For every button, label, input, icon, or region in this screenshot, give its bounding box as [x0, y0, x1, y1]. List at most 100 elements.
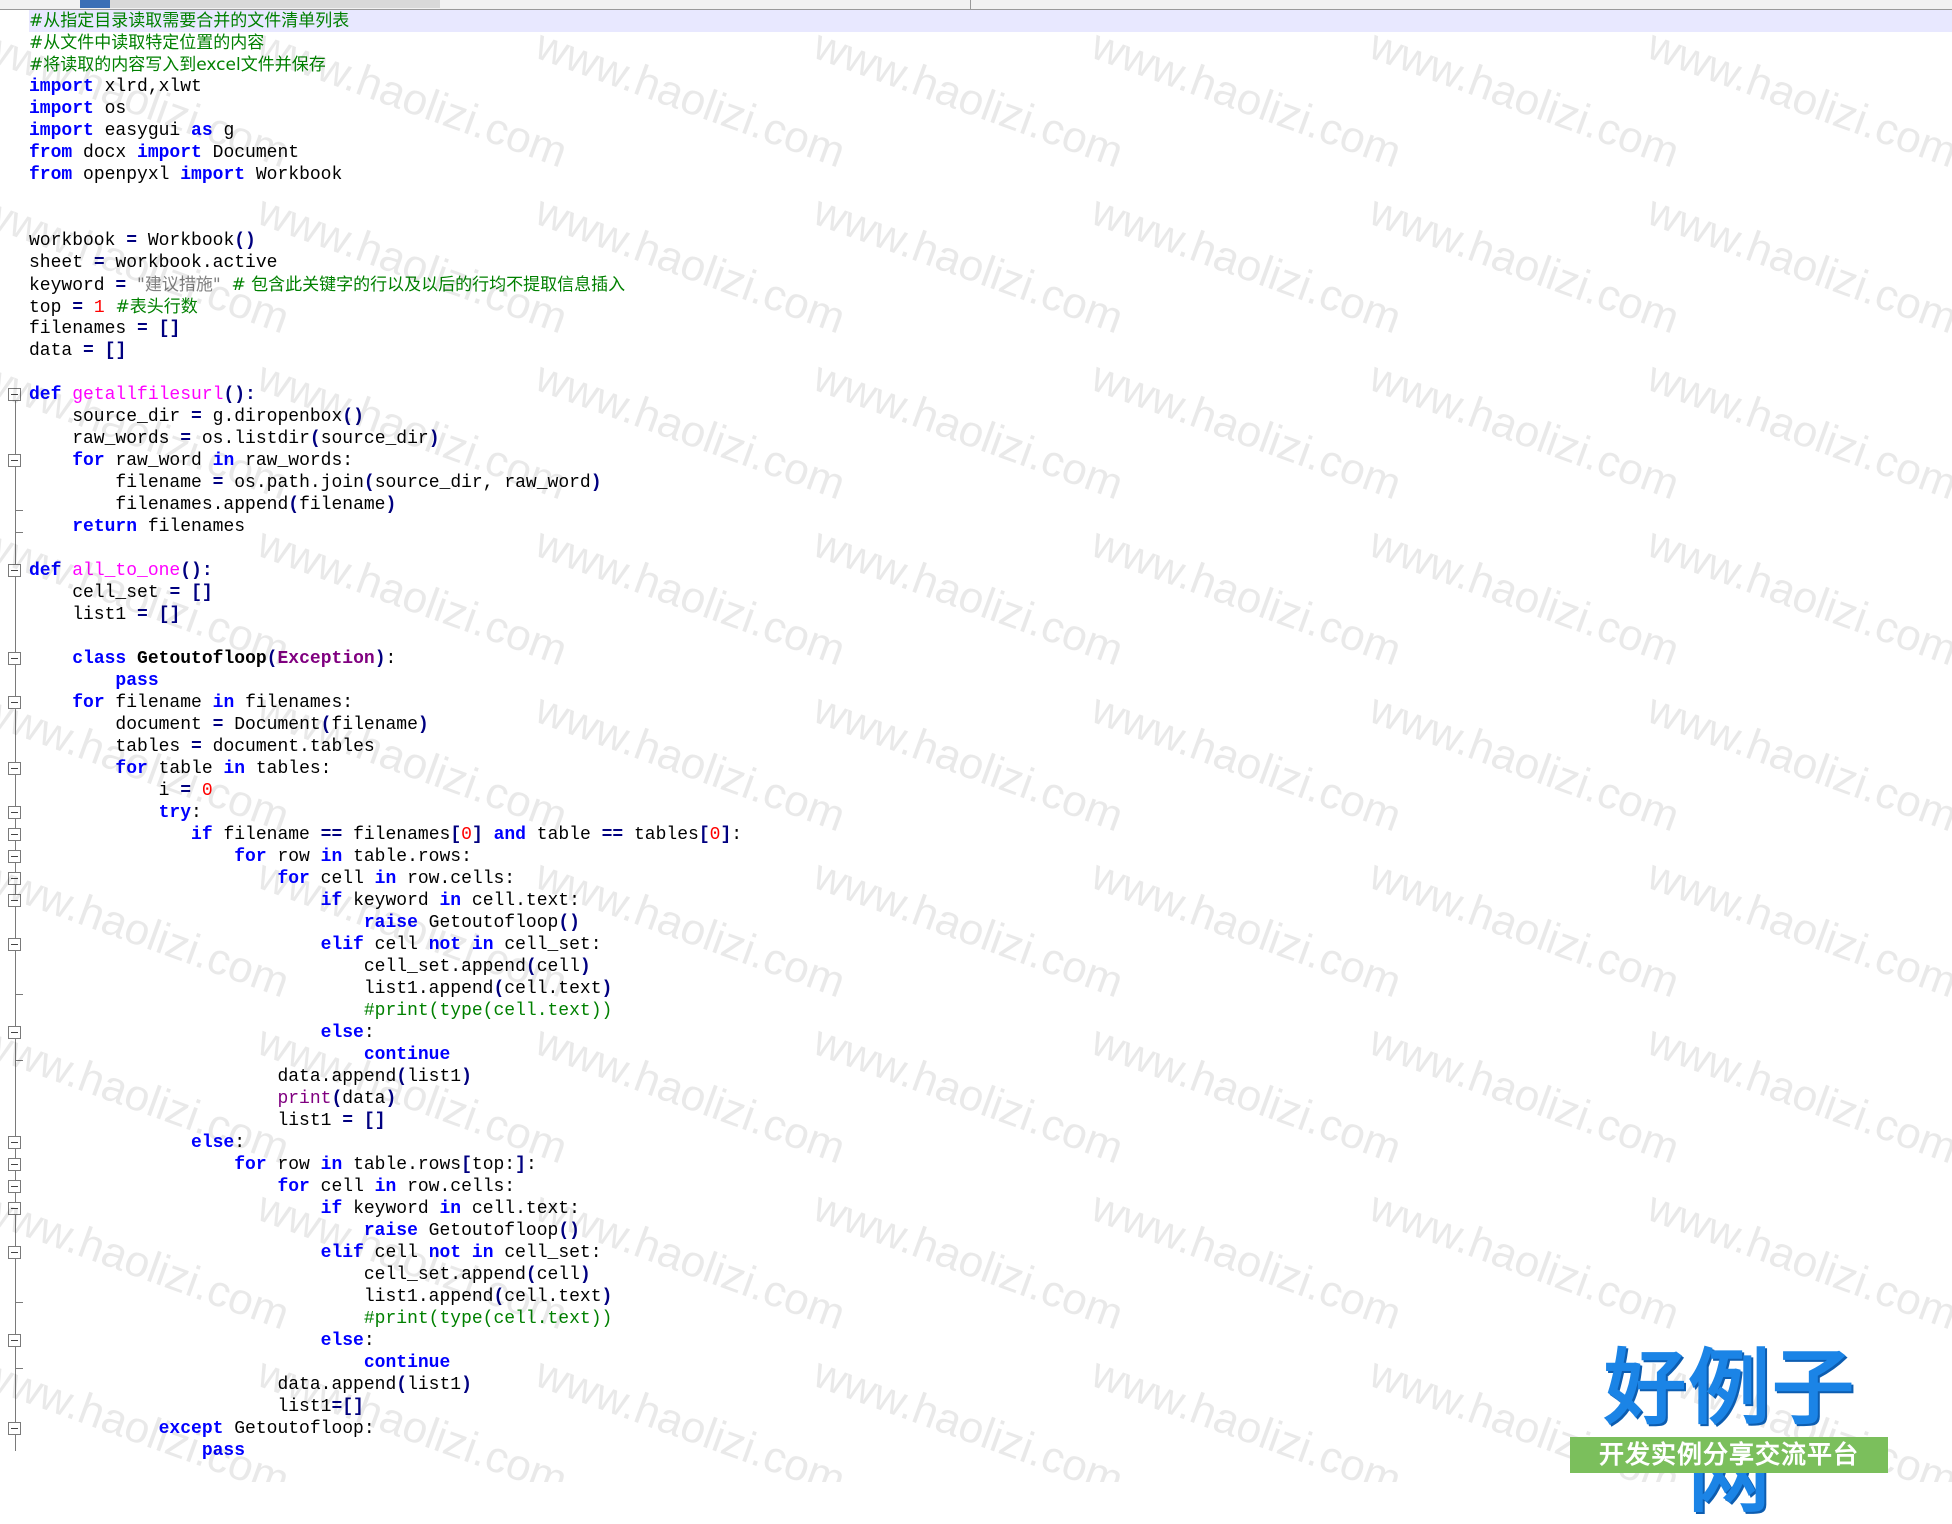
- code-line[interactable]: list1 = []: [29, 604, 1952, 626]
- fold-toggle-icon[interactable]: [8, 1334, 21, 1347]
- code-line[interactable]: raw_words = os.listdir(source_dir): [29, 428, 1952, 450]
- code-line[interactable]: [29, 538, 1952, 560]
- code-line[interactable]: #将读取的内容写入到excel文件并保存: [29, 54, 1952, 76]
- code-line[interactable]: for cell in row.cells:: [29, 868, 1952, 890]
- code-line[interactable]: if filename == filenames[0] and table ==…: [29, 824, 1952, 846]
- code-token: ): [461, 1067, 472, 1087]
- code-line[interactable]: top = 1 #表头行数: [29, 296, 1952, 318]
- code-line[interactable]: raise Getoutofloop(): [29, 912, 1952, 934]
- fold-toggle-icon[interactable]: [8, 1026, 21, 1039]
- fold-toggle-icon[interactable]: [8, 872, 21, 885]
- fold-toggle-icon[interactable]: [8, 454, 21, 467]
- code-line[interactable]: for table in tables:: [29, 758, 1952, 780]
- code-line[interactable]: if keyword in cell.text:: [29, 890, 1952, 912]
- code-token: in: [374, 1177, 397, 1197]
- code-line[interactable]: workbook = Workbook(): [29, 230, 1952, 252]
- code-line[interactable]: else:: [29, 1132, 1952, 1154]
- code-token: continue: [363, 1353, 451, 1373]
- code-line[interactable]: list1 = []: [29, 1110, 1952, 1132]
- code-line[interactable]: pass: [29, 1440, 1952, 1462]
- code-line[interactable]: print(data): [29, 1088, 1952, 1110]
- code-line[interactable]: data = []: [29, 340, 1952, 362]
- code-token: list1: [29, 605, 138, 625]
- fold-toggle-icon[interactable]: [8, 1136, 21, 1149]
- code-token: os.path.join: [223, 473, 364, 493]
- code-line[interactable]: import os: [29, 98, 1952, 120]
- active-tab-indicator[interactable]: [80, 0, 110, 8]
- code-line[interactable]: list1.append(cell.text): [29, 1286, 1952, 1308]
- code-line[interactable]: [29, 362, 1952, 384]
- code-line[interactable]: source_dir = g.diropenbox(): [29, 406, 1952, 428]
- fold-toggle-icon[interactable]: [8, 762, 21, 775]
- code-line[interactable]: def getallfilesurl():: [29, 384, 1952, 406]
- code-line[interactable]: for cell in row.cells:: [29, 1176, 1952, 1198]
- code-line[interactable]: class Getoutofloop(Exception):: [29, 648, 1952, 670]
- code-line[interactable]: raise Getoutofloop(): [29, 1220, 1952, 1242]
- code-line[interactable]: #从文件中读取特定位置的内容: [29, 32, 1952, 54]
- code-line[interactable]: def all_to_one():: [29, 560, 1952, 582]
- code-editor[interactable]: #从指定目录读取需要合并的文件清单列表 #从文件中读取特定位置的内容 #将读取的内容…: [0, 10, 1952, 1482]
- code-line[interactable]: import xlrd,xlwt: [29, 76, 1952, 98]
- fold-toggle-icon[interactable]: [8, 696, 21, 709]
- fold-toggle-icon[interactable]: [8, 828, 21, 841]
- code-token: raw_words: [29, 429, 181, 449]
- code-line[interactable]: filenames = []: [29, 318, 1952, 340]
- editor-tab-strip[interactable]: [80, 0, 440, 8]
- code-line[interactable]: cell_set = []: [29, 582, 1952, 604]
- fold-toggle-icon[interactable]: [8, 1180, 21, 1193]
- code-line[interactable]: for row in table.rows[top:]:: [29, 1154, 1952, 1176]
- code-line[interactable]: continue: [29, 1352, 1952, 1374]
- code-line[interactable]: data.append(list1): [29, 1066, 1952, 1088]
- code-line[interactable]: list1=[]: [29, 1396, 1952, 1418]
- fold-toggle-icon[interactable]: [8, 388, 21, 401]
- code-line[interactable]: from openpyxl import Workbook: [29, 164, 1952, 186]
- code-line[interactable]: sheet = workbook.active: [29, 252, 1952, 274]
- code-line[interactable]: list1.append(cell.text): [29, 978, 1952, 1000]
- code-line[interactable]: #print(type(cell.text)): [29, 1308, 1952, 1330]
- code-line[interactable]: for raw_word in raw_words:: [29, 450, 1952, 472]
- fold-toggle-icon[interactable]: [8, 1422, 21, 1435]
- fold-toggle-icon[interactable]: [8, 564, 21, 577]
- code-line[interactable]: elif cell not in cell_set:: [29, 934, 1952, 956]
- code-token: in: [212, 693, 235, 713]
- code-line[interactable]: [29, 626, 1952, 648]
- code-line[interactable]: #print(type(cell.text)): [29, 1000, 1952, 1022]
- fold-toggle-icon[interactable]: [8, 850, 21, 863]
- code-line[interactable]: i = 0: [29, 780, 1952, 802]
- code-line[interactable]: [29, 186, 1952, 208]
- code-line[interactable]: filenames.append(filename): [29, 494, 1952, 516]
- fold-toggle-icon[interactable]: [8, 652, 21, 665]
- code-line[interactable]: else:: [29, 1330, 1952, 1352]
- code-line[interactable]: data.append(list1): [29, 1374, 1952, 1396]
- code-token: [: [450, 825, 462, 845]
- fold-toggle-icon[interactable]: [8, 1202, 21, 1215]
- code-line[interactable]: from docx import Document: [29, 142, 1952, 164]
- code-line[interactable]: except Getoutofloop:: [29, 1418, 1952, 1440]
- fold-toggle-icon[interactable]: [8, 806, 21, 819]
- code-line[interactable]: tables = document.tables: [29, 736, 1952, 758]
- code-line[interactable]: pass: [29, 670, 1952, 692]
- code-line[interactable]: filename = os.path.join(source_dir, raw_…: [29, 472, 1952, 494]
- code-line[interactable]: else:: [29, 1022, 1952, 1044]
- code-area[interactable]: #从指定目录读取需要合并的文件清单列表 #从文件中读取特定位置的内容 #将读取的内容…: [29, 10, 1952, 1462]
- code-line[interactable]: elif cell not in cell_set:: [29, 1242, 1952, 1264]
- code-line[interactable]: if keyword in cell.text:: [29, 1198, 1952, 1220]
- fold-toggle-icon[interactable]: [8, 1246, 21, 1259]
- fold-toggle-icon[interactable]: [8, 1158, 21, 1171]
- code-line[interactable]: return filenames: [29, 516, 1952, 538]
- code-line[interactable]: cell_set.append(cell): [29, 956, 1952, 978]
- code-line[interactable]: continue: [29, 1044, 1952, 1066]
- code-line[interactable]: for row in table.rows:: [29, 846, 1952, 868]
- code-line[interactable]: try:: [29, 802, 1952, 824]
- fold-toggle-icon[interactable]: [8, 938, 21, 951]
- code-token: xlrd,xlwt: [93, 77, 202, 97]
- code-line[interactable]: #从指定目录读取需要合并的文件清单列表: [29, 10, 1952, 32]
- fold-toggle-icon[interactable]: [8, 894, 21, 907]
- code-line[interactable]: cell_set.append(cell): [29, 1264, 1952, 1286]
- code-line[interactable]: import easygui as g: [29, 120, 1952, 142]
- code-token: [: [461, 1155, 472, 1175]
- code-line[interactable]: for filename in filenames:: [29, 692, 1952, 714]
- code-line[interactable]: document = Document(filename): [29, 714, 1952, 736]
- code-line[interactable]: keyword = "建议措施" # 包含此关键字的行以及以后的行均不提取信息插…: [29, 274, 1952, 296]
- code-line[interactable]: [29, 208, 1952, 230]
